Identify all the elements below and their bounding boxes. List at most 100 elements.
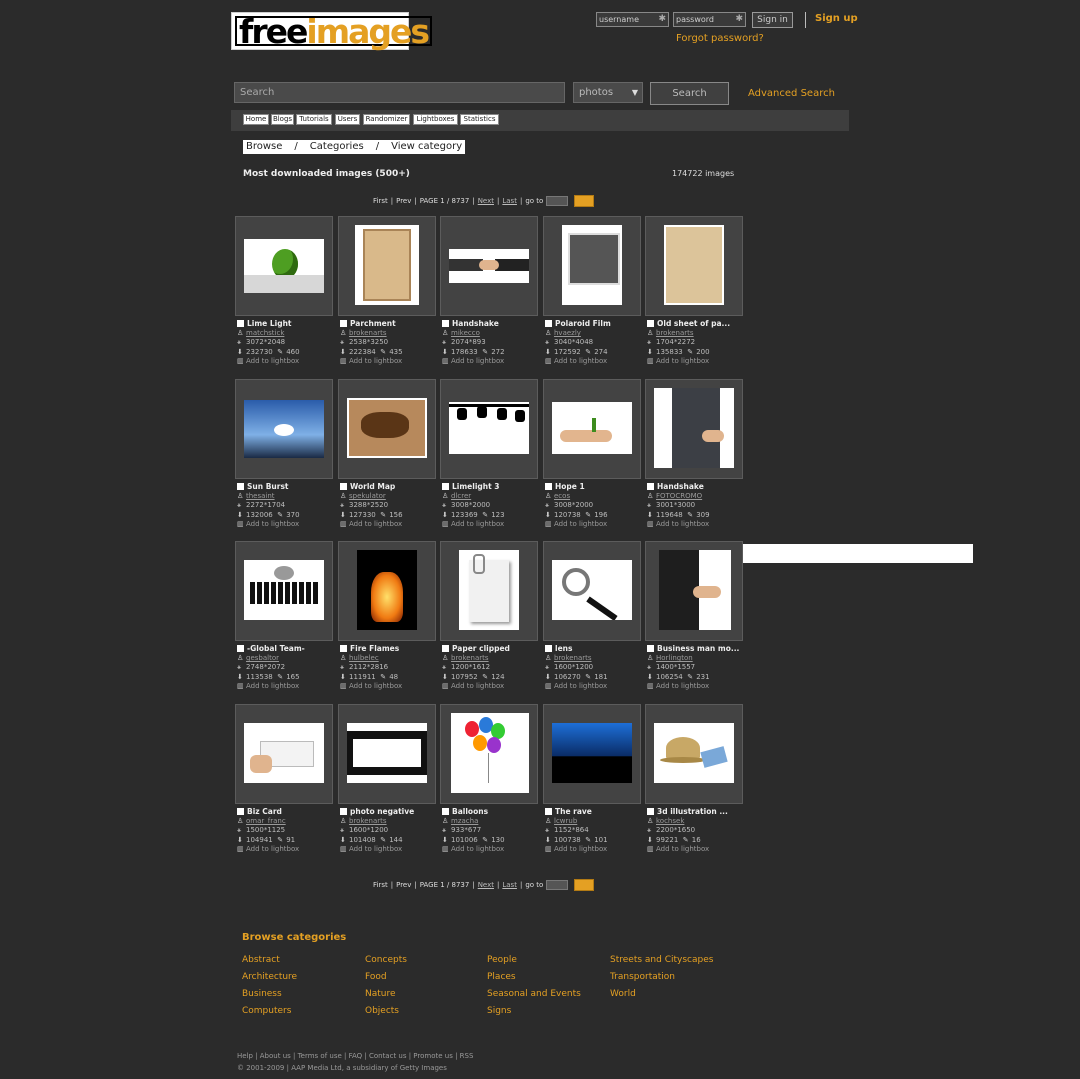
image-tile[interactable]	[543, 216, 641, 316]
add-to-lightbox-link[interactable]: Add to lightbox	[554, 682, 607, 690]
sign-up-link[interactable]: Sign up	[815, 13, 858, 24]
category-link[interactable]: Objects	[365, 1006, 399, 1016]
category-link[interactable]: Business	[242, 989, 282, 999]
image-title[interactable]: -Global Team-	[247, 644, 305, 653]
image-tile[interactable]	[543, 704, 641, 804]
image-user[interactable]: lcwrub	[554, 817, 577, 825]
add-to-lightbox-link[interactable]: Add to lightbox	[349, 845, 402, 853]
add-to-lightbox-link[interactable]: Add to lightbox	[246, 682, 299, 690]
image-user[interactable]: ecos	[554, 492, 570, 500]
pager-go-button[interactable]	[574, 195, 595, 207]
image-title[interactable]: Biz Card	[247, 807, 282, 816]
image-title[interactable]: Polaroid Film	[555, 319, 611, 328]
select-checkbox[interactable]	[340, 645, 347, 652]
image-title[interactable]: The rave	[555, 807, 592, 816]
add-to-lightbox-link[interactable]: Add to lightbox	[451, 357, 504, 365]
image-user[interactable]: kochsek	[656, 817, 684, 825]
pager-last[interactable]: Last	[502, 881, 517, 889]
category-link[interactable]: Architecture	[242, 972, 297, 982]
image-user[interactable]: Horlington	[656, 654, 693, 662]
pager-next[interactable]: Next	[478, 197, 494, 205]
add-to-lightbox-link[interactable]: Add to lightbox	[349, 682, 402, 690]
image-tile[interactable]	[440, 379, 538, 479]
select-checkbox[interactable]	[647, 645, 654, 652]
select-checkbox[interactable]	[442, 320, 449, 327]
image-thumbnail[interactable]	[449, 249, 529, 283]
pager-page-input[interactable]	[546, 196, 569, 206]
image-user[interactable]: brokenarts	[451, 654, 489, 662]
nav-tab-statistics[interactable]: Statistics	[460, 114, 499, 125]
image-thumbnail[interactable]	[355, 225, 419, 305]
category-link[interactable]: Nature	[365, 989, 396, 999]
add-to-lightbox-link[interactable]: Add to lightbox	[656, 520, 709, 528]
image-tile[interactable]	[338, 379, 436, 479]
select-checkbox[interactable]	[545, 483, 552, 490]
image-thumbnail[interactable]	[244, 400, 324, 458]
image-thumbnail[interactable]	[449, 402, 529, 454]
sign-in-button[interactable]: Sign in	[752, 12, 793, 28]
image-tile[interactable]	[338, 704, 436, 804]
image-tile[interactable]	[235, 379, 333, 479]
image-user[interactable]: dlcrer	[451, 492, 471, 500]
search-input[interactable]: Search	[234, 82, 565, 103]
select-checkbox[interactable]	[237, 483, 244, 490]
password-field[interactable]: password ✱	[673, 12, 746, 27]
select-checkbox[interactable]	[237, 645, 244, 652]
add-to-lightbox-link[interactable]: Add to lightbox	[349, 520, 402, 528]
image-user[interactable]: FOTOCROMO	[656, 492, 702, 500]
image-thumbnail[interactable]	[459, 550, 519, 630]
image-thumbnail[interactable]	[659, 550, 731, 630]
select-checkbox[interactable]	[442, 483, 449, 490]
image-thumbnail[interactable]	[244, 560, 324, 620]
category-link[interactable]: Computers	[242, 1006, 291, 1016]
nav-tab-randomizer[interactable]: Randomizer	[363, 114, 410, 125]
image-title[interactable]: Handshake	[657, 482, 704, 491]
image-user[interactable]: brokenarts	[349, 817, 387, 825]
image-user[interactable]: mzacha	[451, 817, 478, 825]
image-user[interactable]: mikecco	[451, 329, 480, 337]
image-tile[interactable]	[645, 379, 743, 479]
image-title[interactable]: Fire Flames	[350, 644, 399, 653]
image-thumbnail[interactable]	[562, 225, 622, 305]
breadcrumb-categories[interactable]: Categories	[310, 140, 364, 154]
image-title[interactable]: Business man mo...	[657, 644, 739, 653]
image-tile[interactable]	[440, 216, 538, 316]
image-user[interactable]: brokenarts	[554, 654, 592, 662]
search-button[interactable]: Search	[650, 82, 729, 105]
pager-page-input[interactable]	[546, 880, 569, 890]
select-checkbox[interactable]	[647, 320, 654, 327]
image-tile[interactable]	[440, 704, 538, 804]
add-to-lightbox-link[interactable]: Add to lightbox	[554, 845, 607, 853]
image-user[interactable]: thesaint	[246, 492, 275, 500]
image-user[interactable]: brokenarts	[656, 329, 694, 337]
username-field[interactable]: username ✱	[596, 12, 669, 27]
image-user[interactable]: hulbelec	[349, 654, 379, 662]
search-type-select[interactable]: photos ▼	[573, 82, 643, 103]
select-checkbox[interactable]	[545, 645, 552, 652]
add-to-lightbox-link[interactable]: Add to lightbox	[554, 520, 607, 528]
select-checkbox[interactable]	[442, 645, 449, 652]
image-title[interactable]: Limelight 3	[452, 482, 500, 491]
image-title[interactable]: World Map	[350, 482, 395, 491]
pager-last[interactable]: Last	[502, 197, 517, 205]
add-to-lightbox-link[interactable]: Add to lightbox	[656, 682, 709, 690]
site-logo[interactable]: free images	[231, 12, 433, 50]
category-link[interactable]: Signs	[487, 1006, 511, 1016]
image-title[interactable]: lens	[555, 644, 572, 653]
category-link[interactable]: Places	[487, 972, 516, 982]
add-to-lightbox-link[interactable]: Add to lightbox	[246, 520, 299, 528]
image-thumbnail[interactable]	[654, 723, 734, 783]
add-to-lightbox-link[interactable]: Add to lightbox	[554, 357, 607, 365]
nav-tab-blogs[interactable]: Blogs	[271, 114, 294, 125]
image-thumbnail[interactable]	[654, 388, 734, 468]
image-tile[interactable]	[235, 216, 333, 316]
image-tile[interactable]	[543, 541, 641, 641]
image-thumbnail[interactable]	[244, 723, 324, 783]
select-checkbox[interactable]	[340, 483, 347, 490]
image-user[interactable]: omar_franc	[246, 817, 286, 825]
image-tile[interactable]	[338, 541, 436, 641]
image-user[interactable]: spekulator	[349, 492, 386, 500]
select-checkbox[interactable]	[647, 808, 654, 815]
image-title[interactable]: Old sheet of pa...	[657, 319, 730, 328]
image-thumbnail[interactable]	[347, 723, 427, 783]
